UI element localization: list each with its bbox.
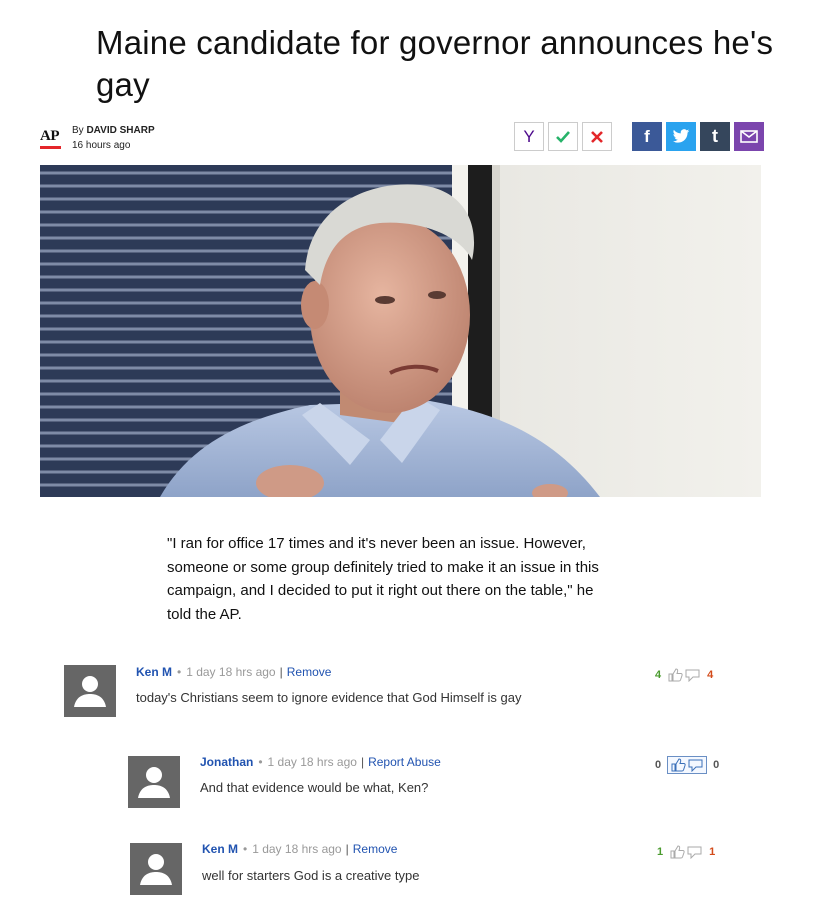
yahoo-share-button[interactable]: Y [514,122,544,151]
default-user-icon [64,665,116,717]
like-button[interactable] [548,122,578,151]
comment-time: 1 day 18 hrs ago [186,665,276,679]
meta-separator: | [279,665,283,679]
thumbs-down-icon[interactable] [685,668,701,682]
email-share-button[interactable] [734,122,764,151]
ap-logo-underline [40,146,61,149]
vote-buttons [667,668,701,682]
vote-controls: 1 1 [657,845,715,859]
comment-author[interactable]: Jonathan [200,755,253,769]
comment-meta: Jonathan • 1 day 18 hrs ago | Report Abuse [200,755,441,769]
twitter-icon [672,129,690,143]
vote-controls: 0 0 [655,756,719,774]
vote-buttons [669,845,703,859]
article-photo[interactable] [40,165,761,497]
upvote-count: 0 [655,759,662,771]
comment-author[interactable]: Ken M [136,665,172,679]
comment: Ken M • 1 day 18 hrs ago | Remove today's Ch… [64,662,724,722]
candidate-photo-image [40,165,761,497]
cross-icon [591,130,603,143]
default-user-icon [130,843,182,895]
tumblr-icon: t [712,126,718,146]
thumbs-down-icon[interactable] [688,758,704,772]
upvote-count: 4 [655,669,662,681]
downvote-count: 4 [707,669,714,681]
default-user-icon [128,756,180,808]
upvote-count: 1 [657,846,664,858]
facebook-share-button[interactable]: f [632,122,662,151]
downvote-count: 0 [713,759,720,771]
thumbs-up-icon[interactable] [669,845,685,859]
avatar[interactable] [64,665,116,717]
comment-text: And that evidence would be what, Ken? [200,780,429,795]
avatar[interactable] [130,843,182,895]
downvote-count: 1 [709,846,716,858]
comment: Jonathan • 1 day 18 hrs ago | Report Abuse A… [128,752,728,812]
report-abuse-link[interactable]: Report Abuse [368,755,441,769]
article-timestamp: 16 hours ago [72,140,131,151]
by-prefix: By [72,125,84,136]
check-icon [556,130,570,143]
author-name[interactable]: DAVID SHARP [86,125,154,136]
yahoo-icon: Y [523,126,535,146]
comment-text: well for starters God is a creative type [202,868,420,883]
avatar[interactable] [128,756,180,808]
comment-meta: Ken M • 1 day 18 hrs ago | Remove [202,842,397,856]
comment-time: 1 day 18 hrs ago [252,842,342,856]
tumblr-share-button[interactable]: t [700,122,730,151]
comment-text: today's Christians seem to ignore eviden… [136,690,522,705]
remove-link[interactable]: Remove [287,665,332,679]
mail-icon [740,130,758,143]
byline: AP By DAVID SHARP 16 hours ago [40,123,340,153]
share-bar: Y f t [514,122,764,151]
twitter-share-button[interactable] [666,122,696,151]
facebook-icon: f [644,126,650,146]
article-quote: "I ran for office 17 times and it's neve… [167,535,599,623]
thumbs-up-icon[interactable] [667,668,683,682]
remove-link[interactable]: Remove [353,842,398,856]
vote-buttons [667,756,708,774]
thumbs-down-icon[interactable] [687,845,703,859]
meta-dot: • [243,842,248,856]
meta-dot: • [177,665,182,679]
ap-logo[interactable]: AP [40,128,60,145]
vote-controls: 4 4 [655,668,713,682]
thumbs-up-icon[interactable] [670,758,686,772]
comment-meta: Ken M • 1 day 18 hrs ago | Remove [136,665,331,679]
meta-dot: • [258,755,263,769]
article-headline: Maine candidate for governor announces h… [96,24,774,103]
meta-separator: | [345,842,349,856]
comment-time: 1 day 18 hrs ago [267,755,357,769]
dislike-button[interactable] [582,122,612,151]
author-line: By DAVID SHARP [72,125,155,136]
meta-separator: | [360,755,365,769]
comment: Ken M • 1 day 18 hrs ago | Remove well for s… [130,839,730,899]
comment-author[interactable]: Ken M [202,842,238,856]
